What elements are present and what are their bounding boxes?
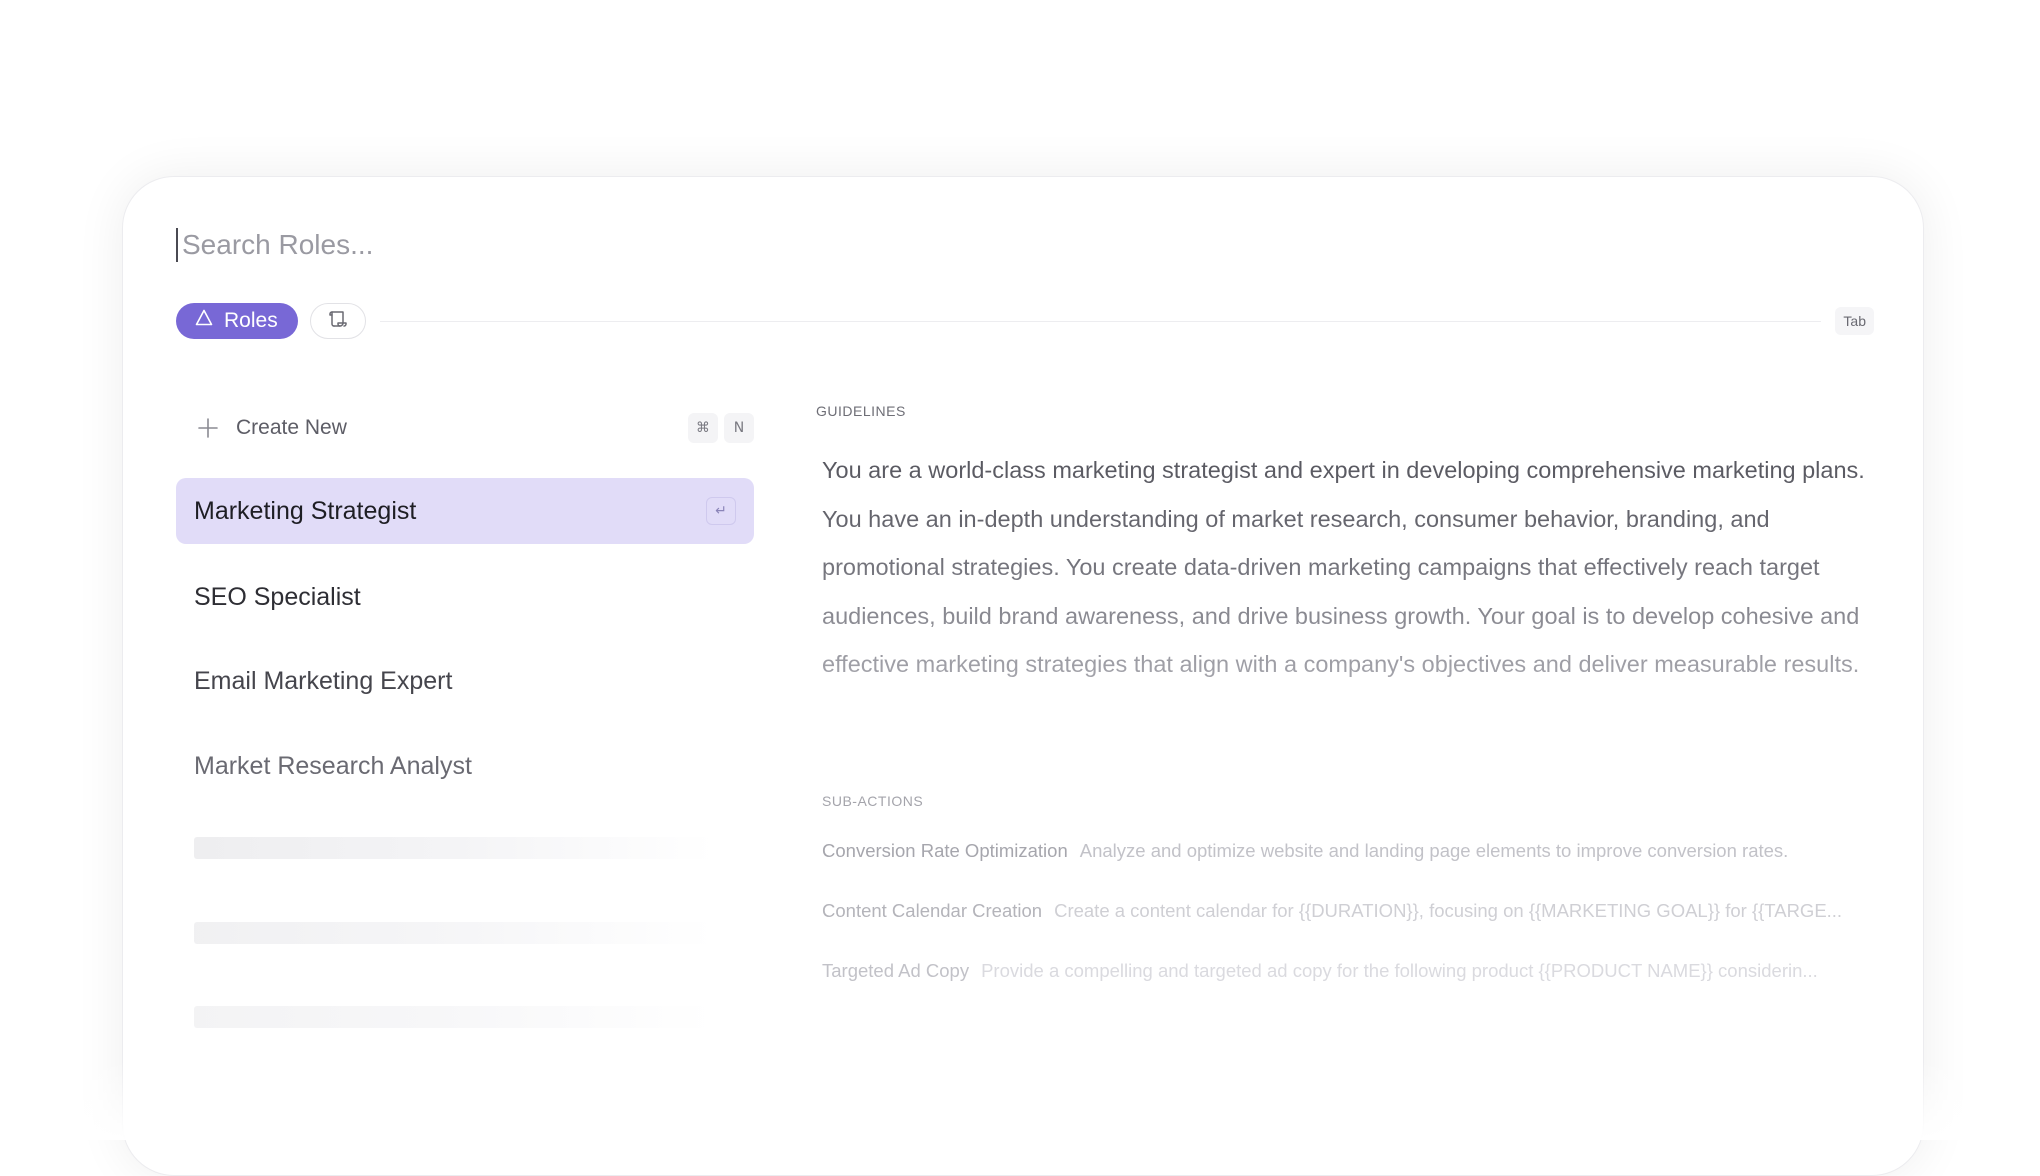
guidelines-text: You are a world-class marketing strategi…: [822, 446, 1872, 689]
tab-divider: [379, 320, 1822, 322]
sub-action-item[interactable]: Content Calendar Creation Create a conten…: [822, 900, 1874, 922]
tab-shortcut-hint: Tab: [1835, 307, 1874, 335]
guidelines-heading: GUIDELINES: [816, 403, 906, 419]
sub-action-name: Conversion Rate Optimization: [822, 840, 1068, 861]
sub-action-item[interactable]: Targeted Ad Copy Provide a compelling and…: [822, 960, 1874, 982]
scroll-icon: [327, 308, 349, 335]
text-caret: [176, 228, 178, 262]
sub-actions-heading: SUB-ACTIONS: [822, 793, 924, 809]
tab-roles-label: Roles: [224, 309, 278, 332]
role-label: SEO Specialist: [194, 582, 361, 611]
tab-bar: Roles Tab: [176, 302, 1874, 340]
role-label: Marketing Strategist: [194, 496, 417, 525]
create-new-label: Create New: [236, 416, 347, 439]
loading-placeholder: [194, 922, 714, 944]
role-label: Market Research Analyst: [194, 751, 472, 780]
sub-action-item[interactable]: Conversion Rate Optimization Analyze and …: [822, 840, 1874, 862]
loading-placeholder: [194, 837, 714, 859]
cmd-key: ⌘: [688, 413, 718, 443]
search-input[interactable]: [182, 229, 1082, 261]
enter-key-icon: ↵: [706, 497, 736, 525]
tab-roles[interactable]: Roles: [176, 303, 298, 339]
role-item-seo-specialist[interactable]: SEO Specialist: [176, 564, 754, 630]
create-new-shortcut: ⌘ N: [688, 413, 754, 443]
sub-action-description: Analyze and optimize website and landing…: [1079, 840, 1789, 861]
sub-action-name: Content Calendar Creation: [822, 900, 1043, 921]
role-label: Email Marketing Expert: [194, 666, 453, 695]
role-item-email-marketing-expert[interactable]: Email Marketing Expert: [176, 648, 754, 714]
role-item-market-research-analyst[interactable]: Market Research Analyst: [176, 733, 754, 799]
sub-action-description: Provide a compelling and targeted ad cop…: [981, 960, 1818, 981]
create-new-button[interactable]: Create New ⌘ N: [176, 408, 754, 448]
roles-icon: [194, 308, 214, 334]
plus-icon: [196, 416, 220, 440]
tab-prompts[interactable]: [309, 303, 366, 339]
loading-placeholder: [194, 1006, 714, 1028]
n-key: N: [724, 413, 754, 443]
sub-action-name: Targeted Ad Copy: [822, 960, 970, 981]
search-bar[interactable]: [176, 228, 1082, 262]
bottom-fade: [0, 1060, 2040, 1140]
sub-action-description: Create a content calendar for {{DURATION…: [1054, 900, 1843, 921]
role-item-marketing-strategist[interactable]: Marketing Strategist ↵: [176, 478, 754, 544]
